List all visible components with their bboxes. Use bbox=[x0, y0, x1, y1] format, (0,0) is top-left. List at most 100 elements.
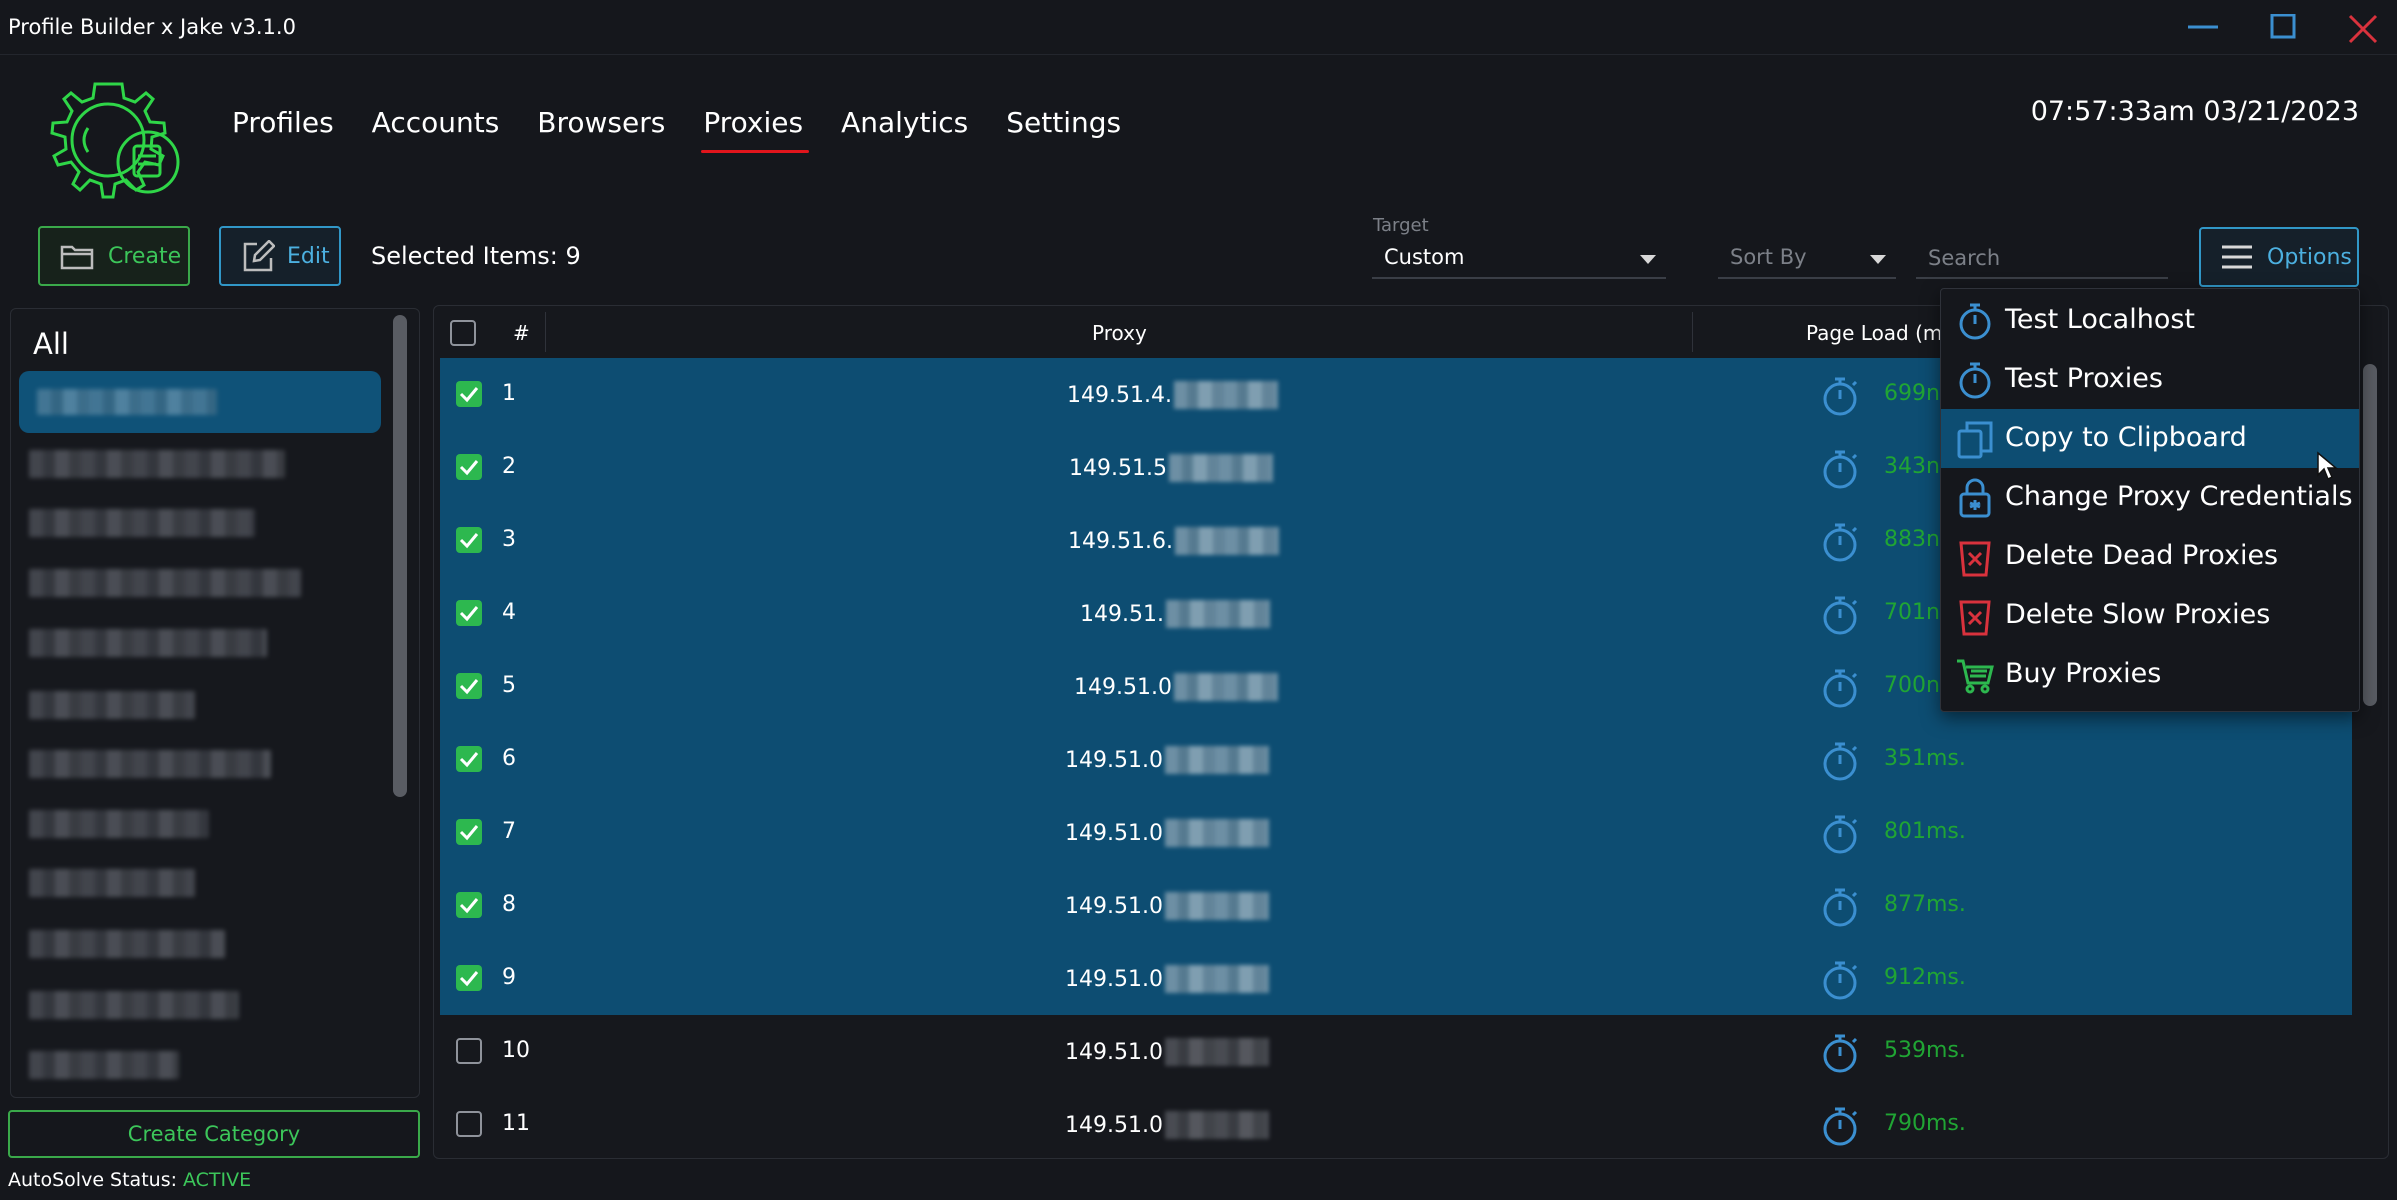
category-item[interactable] bbox=[29, 930, 225, 958]
trash-icon bbox=[1959, 541, 1991, 577]
checkmark-icon bbox=[459, 460, 479, 476]
proxy-address: 149.51.0 bbox=[1065, 1039, 1163, 1065]
proxy-address: 149.51.0 bbox=[1065, 820, 1163, 846]
row-checkbox[interactable] bbox=[456, 454, 482, 480]
nav-browsers[interactable]: Browsers bbox=[537, 106, 665, 149]
page-load-time: 790ms. bbox=[1884, 1111, 1966, 1136]
row-checkbox[interactable] bbox=[456, 965, 482, 991]
row-checkbox[interactable] bbox=[456, 673, 482, 699]
select-all-checkbox[interactable] bbox=[450, 320, 476, 346]
close-button[interactable] bbox=[2332, 6, 2392, 48]
redacted-category-name bbox=[29, 509, 255, 537]
table-row[interactable]: 7 149.51.0 801ms. bbox=[440, 796, 2352, 869]
chevron-down-icon bbox=[1870, 255, 1886, 264]
table-row[interactable]: 8 149.51.0 877ms. bbox=[440, 869, 2352, 942]
create-category-button[interactable]: Create Category bbox=[8, 1110, 420, 1158]
search-input[interactable] bbox=[1916, 239, 2168, 279]
nav-accounts[interactable]: Accounts bbox=[372, 106, 500, 149]
category-item[interactable] bbox=[29, 869, 195, 897]
row-checkbox[interactable] bbox=[456, 381, 482, 407]
test-proxy-button[interactable] bbox=[1820, 667, 1860, 713]
category-all[interactable]: All bbox=[33, 327, 69, 361]
row-number: 9 bbox=[502, 965, 516, 990]
stopwatch-icon bbox=[1823, 961, 1858, 1000]
proxy-address: 149.51.0 bbox=[1074, 674, 1172, 700]
checkmark-icon bbox=[459, 898, 479, 914]
maximize-button[interactable] bbox=[2252, 6, 2312, 48]
category-item[interactable] bbox=[29, 569, 301, 597]
row-checkbox[interactable] bbox=[456, 746, 482, 772]
row-checkbox[interactable] bbox=[456, 527, 482, 553]
category-item[interactable] bbox=[19, 371, 381, 433]
trash-icon bbox=[1959, 600, 1991, 636]
nav-analytics[interactable]: Analytics bbox=[841, 106, 968, 149]
nav-proxies[interactable]: Proxies bbox=[701, 106, 809, 153]
row-checkbox[interactable] bbox=[456, 819, 482, 845]
category-item[interactable] bbox=[29, 450, 285, 478]
nav-settings[interactable]: Settings bbox=[1006, 106, 1121, 149]
test-proxy-button[interactable] bbox=[1820, 1105, 1860, 1151]
header-proxy: Proxy bbox=[1092, 321, 1147, 345]
table-row[interactable]: 10 149.51.0 539ms. bbox=[440, 1015, 2352, 1088]
menu-item-test-proxies[interactable]: Test Proxies bbox=[1941, 350, 2359, 409]
row-number: 1 bbox=[502, 381, 516, 406]
proxy-address: 149.51.5 bbox=[1069, 455, 1167, 481]
test-proxy-button[interactable] bbox=[1820, 521, 1860, 567]
test-proxy-button[interactable] bbox=[1820, 375, 1860, 421]
test-proxy-button[interactable] bbox=[1820, 1032, 1860, 1078]
options-button[interactable]: Options bbox=[2199, 227, 2359, 287]
sort-by-select[interactable]: Sort By bbox=[1718, 239, 1896, 279]
stopwatch-icon bbox=[1823, 377, 1858, 416]
menu-item-buy-proxies[interactable]: Buy Proxies bbox=[1941, 645, 2359, 704]
stopwatch-icon bbox=[1823, 669, 1858, 708]
menu-item-copy-to-clipboard[interactable]: Copy to Clipboard bbox=[1941, 409, 2359, 468]
category-item[interactable] bbox=[29, 509, 255, 537]
menu-item-change-proxy-credentials[interactable]: Change Proxy Credentials bbox=[1941, 468, 2359, 527]
test-proxy-button[interactable] bbox=[1820, 959, 1860, 1005]
row-proxy: 149.51.5 bbox=[1069, 454, 1273, 482]
nav-profiles[interactable]: Profiles bbox=[232, 106, 334, 149]
page-load-time: 701n bbox=[1884, 600, 1940, 625]
table-row[interactable]: 6 149.51.0 351ms. bbox=[440, 723, 2352, 796]
header-number: # bbox=[513, 321, 530, 345]
menu-item-delete-slow-proxies[interactable]: Delete Slow Proxies bbox=[1941, 586, 2359, 645]
category-item[interactable] bbox=[29, 810, 209, 838]
edit-button[interactable]: Edit bbox=[219, 226, 341, 286]
cart-icon bbox=[1957, 659, 1994, 694]
category-item[interactable] bbox=[29, 991, 239, 1019]
checkmark-icon bbox=[459, 752, 479, 768]
redacted-proxy-part bbox=[1164, 746, 1269, 774]
table-scrollbar[interactable] bbox=[2363, 364, 2377, 706]
table-row[interactable]: 11 149.51.0 790ms. bbox=[440, 1088, 2352, 1158]
redacted-proxy-part bbox=[1174, 527, 1279, 555]
category-item[interactable] bbox=[29, 691, 195, 719]
test-proxy-button[interactable] bbox=[1820, 886, 1860, 932]
row-checkbox[interactable] bbox=[456, 1111, 482, 1137]
test-proxy-button[interactable] bbox=[1820, 813, 1860, 859]
test-proxy-button[interactable] bbox=[1820, 740, 1860, 786]
test-proxy-button[interactable] bbox=[1820, 448, 1860, 494]
table-row[interactable]: 9 149.51.0 912ms. bbox=[440, 942, 2352, 1015]
menu-item-delete-dead-proxies[interactable]: Delete Dead Proxies bbox=[1941, 527, 2359, 586]
proxy-address: 149.51.0 bbox=[1065, 893, 1163, 919]
row-number: 10 bbox=[502, 1038, 530, 1063]
lock-icon bbox=[1959, 478, 1991, 518]
category-item[interactable] bbox=[29, 1051, 179, 1079]
stopwatch-icon bbox=[1823, 523, 1858, 562]
category-item[interactable] bbox=[29, 629, 267, 657]
sidebar-scrollbar[interactable] bbox=[393, 315, 407, 797]
create-button[interactable]: Create bbox=[38, 226, 190, 286]
redacted-proxy-part bbox=[1173, 673, 1278, 701]
stopwatch-icon bbox=[1959, 303, 1991, 340]
column-divider bbox=[545, 312, 546, 352]
test-proxy-button[interactable] bbox=[1820, 594, 1860, 640]
category-item[interactable] bbox=[29, 750, 271, 778]
row-checkbox[interactable] bbox=[456, 1038, 482, 1064]
target-select[interactable]: Custom bbox=[1372, 239, 1666, 279]
row-checkbox[interactable] bbox=[456, 600, 482, 626]
redacted-proxy-part bbox=[1164, 819, 1269, 847]
menu-item-test-localhost[interactable]: Test Localhost bbox=[1941, 291, 2359, 350]
row-checkbox[interactable] bbox=[456, 892, 482, 918]
checkmark-icon bbox=[459, 606, 479, 622]
minimize-button[interactable] bbox=[2172, 6, 2232, 48]
